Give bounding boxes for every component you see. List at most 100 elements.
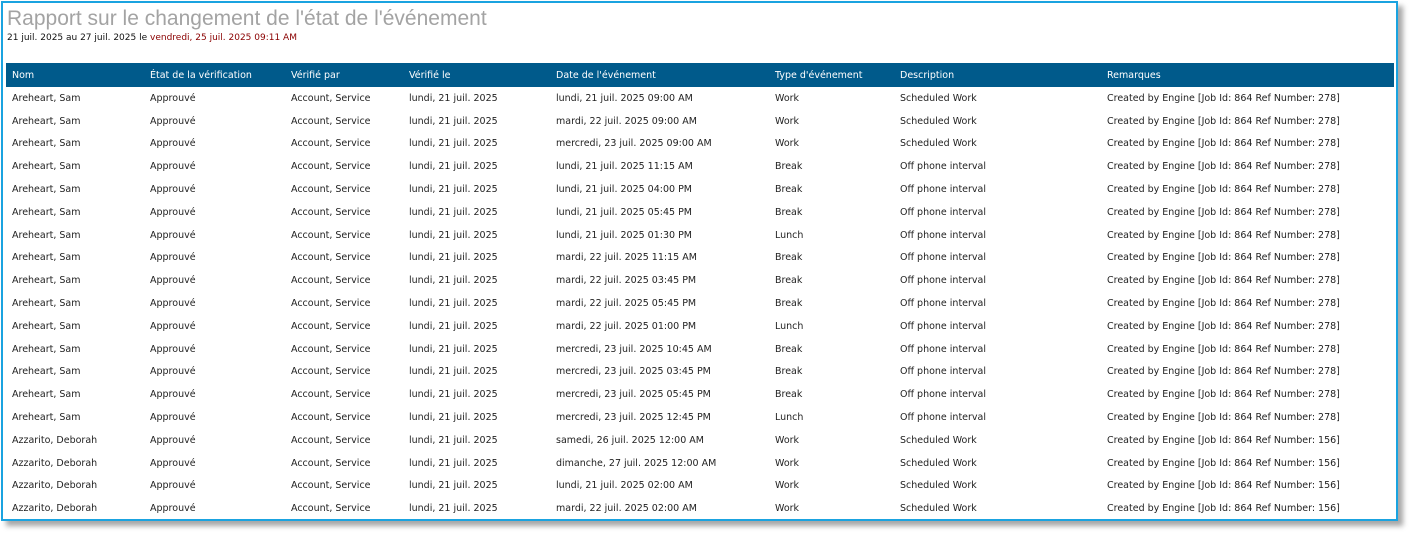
cell-etat: Approuvé	[150, 343, 196, 355]
table-row[interactable]: Areheart, Sam Approuvé Account, Service lun…	[6, 247, 1394, 270]
column-header-remarques[interactable]: Remarques	[1101, 63, 1394, 87]
report-generated-at: vendredi, 25 juil. 2025 09:11 AM	[150, 33, 297, 43]
table-row[interactable]: Areheart, Sam Approuvé Account, Service lun…	[6, 87, 1394, 110]
cell-verifie-le: lundi, 21 juil. 2025	[409, 161, 498, 173]
column-header-verifie-par[interactable]: Vérifié par	[285, 63, 403, 87]
table-row[interactable]: Areheart, Sam Approuvé Account, Service lun…	[6, 406, 1394, 429]
cell-etat: Approuvé	[150, 434, 196, 446]
column-header-verifie-le[interactable]: Vérifié le	[403, 63, 550, 87]
cell-date-evenement: mardi, 22 juil. 2025 05:45 PM	[556, 298, 697, 310]
cell-verifie-par: Account, Service	[291, 298, 371, 310]
report-frame: Rapport sur le changement de l'état de l…	[1, 1, 1398, 521]
table-row[interactable]: Areheart, Sam Approuvé Account, Service lun…	[6, 315, 1394, 338]
cell-type: Break	[775, 298, 803, 310]
column-header-date-evenement[interactable]: Date de l'événement	[550, 63, 769, 87]
cell-remarques: Created by Engine [Job Id: 864 Ref Numbe…	[1107, 252, 1340, 264]
cell-date-evenement: dimanche, 27 juil. 2025 12:00 AM	[556, 457, 717, 469]
cell-description: Off phone interval	[900, 298, 987, 310]
cell-nom: Areheart, Sam	[12, 320, 81, 332]
table-row[interactable]: Areheart, Sam Approuvé Account, Service lun…	[6, 269, 1394, 292]
table-row[interactable]: Areheart, Sam Approuvé Account, Service lun…	[6, 201, 1394, 224]
report-table: Nom État de la vérification Vérifié par …	[6, 63, 1394, 519]
cell-etat: Approuvé	[150, 92, 196, 104]
cell-description: Off phone interval	[900, 206, 987, 218]
cell-etat: Approuvé	[150, 389, 196, 401]
cell-remarques: Created by Engine [Job Id: 864 Ref Numbe…	[1107, 457, 1340, 469]
cell-verifie-par: Account, Service	[291, 389, 371, 401]
cell-date-evenement: mardi, 22 juil. 2025 01:00 PM	[556, 320, 697, 332]
cell-verifie-par: Account, Service	[291, 184, 371, 196]
cell-verifie-le: lundi, 21 juil. 2025	[409, 298, 498, 310]
cell-verifie-le: lundi, 21 juil. 2025	[409, 366, 498, 378]
table-row[interactable]: Azzarito, Deborah Approuvé Account, Servic…	[6, 429, 1394, 452]
cell-type: Work	[775, 434, 800, 446]
column-header-description[interactable]: Description	[894, 63, 1101, 87]
cell-etat: Approuvé	[150, 503, 196, 515]
cell-type: Work	[775, 480, 800, 492]
cell-etat: Approuvé	[150, 457, 196, 469]
cell-nom: Areheart, Sam	[12, 138, 81, 150]
column-header-etat-verification[interactable]: État de la vérification	[144, 63, 285, 87]
cell-etat: Approuvé	[150, 229, 196, 241]
cell-nom: Areheart, Sam	[12, 412, 81, 424]
cell-nom: Areheart, Sam	[12, 115, 81, 127]
cell-date-evenement: mardi, 22 juil. 2025 03:45 PM	[556, 275, 697, 287]
cell-verifie-par: Account, Service	[291, 434, 371, 446]
cell-description: Scheduled Work	[900, 457, 977, 469]
table-row[interactable]: Areheart, Sam Approuvé Account, Service lun…	[6, 383, 1394, 406]
cell-etat: Approuvé	[150, 275, 196, 287]
cell-etat: Approuvé	[150, 252, 196, 264]
cell-remarques: Created by Engine [Job Id: 864 Ref Numbe…	[1107, 115, 1340, 127]
cell-etat: Approuvé	[150, 115, 196, 127]
table-row[interactable]: Areheart, Sam Approuvé Account, Service lun…	[6, 224, 1394, 247]
table-row[interactable]: Azzarito, Deborah Approuvé Account, Servic…	[6, 452, 1394, 475]
cell-nom: Areheart, Sam	[12, 366, 81, 378]
cell-verifie-par: Account, Service	[291, 320, 371, 332]
table-header-row: Nom État de la vérification Vérifié par …	[6, 63, 1394, 87]
cell-date-evenement: mardi, 22 juil. 2025 02:00 AM	[556, 503, 697, 515]
report-date-range: 21 juil. 2025 au 27 juil. 2025 le	[7, 33, 150, 43]
cell-date-evenement: lundi, 21 juil. 2025 01:30 PM	[556, 229, 692, 241]
table-row[interactable]: Areheart, Sam Approuvé Account, Service lun…	[6, 133, 1394, 156]
cell-type: Break	[775, 161, 803, 173]
column-header-type-evenement[interactable]: Type d'événement	[769, 63, 894, 87]
cell-verifie-par: Account, Service	[291, 252, 371, 264]
cell-description: Off phone interval	[900, 229, 987, 241]
cell-verifie-le: lundi, 21 juil. 2025	[409, 457, 498, 469]
cell-description: Scheduled Work	[900, 92, 977, 104]
cell-remarques: Created by Engine [Job Id: 864 Ref Numbe…	[1107, 206, 1340, 218]
table-row[interactable]: Azzarito, Deborah Approuvé Account, Servic…	[6, 497, 1394, 519]
cell-verifie-le: lundi, 21 juil. 2025	[409, 206, 498, 218]
table-row[interactable]: Areheart, Sam Approuvé Account, Service lun…	[6, 292, 1394, 315]
table-row[interactable]: Areheart, Sam Approuvé Account, Service lun…	[6, 155, 1394, 178]
cell-verifie-le: lundi, 21 juil. 2025	[409, 503, 498, 515]
table-row[interactable]: Areheart, Sam Approuvé Account, Service lun…	[6, 361, 1394, 384]
cell-type: Break	[775, 343, 803, 355]
cell-description: Off phone interval	[900, 275, 987, 287]
cell-remarques: Created by Engine [Job Id: 864 Ref Numbe…	[1107, 275, 1340, 287]
cell-type: Break	[775, 252, 803, 264]
column-header-nom[interactable]: Nom	[6, 63, 144, 87]
table-row[interactable]: Areheart, Sam Approuvé Account, Service lun…	[6, 178, 1394, 201]
cell-verifie-le: lundi, 21 juil. 2025	[409, 275, 498, 287]
cell-verifie-par: Account, Service	[291, 161, 371, 173]
table-row[interactable]: Areheart, Sam Approuvé Account, Service lun…	[6, 110, 1394, 133]
table-row[interactable]: Azzarito, Deborah Approuvé Account, Servic…	[6, 475, 1394, 498]
cell-verifie-le: lundi, 21 juil. 2025	[409, 138, 498, 150]
cell-verifie-par: Account, Service	[291, 480, 371, 492]
cell-nom: Areheart, Sam	[12, 229, 81, 241]
cell-remarques: Created by Engine [Job Id: 864 Ref Numbe…	[1107, 343, 1340, 355]
cell-description: Scheduled Work	[900, 138, 977, 150]
cell-etat: Approuvé	[150, 161, 196, 173]
cell-nom: Areheart, Sam	[12, 206, 81, 218]
cell-etat: Approuvé	[150, 320, 196, 332]
cell-type: Break	[775, 389, 803, 401]
cell-verifie-le: lundi, 21 juil. 2025	[409, 343, 498, 355]
cell-date-evenement: mercredi, 23 juil. 2025 10:45 AM	[556, 343, 712, 355]
cell-type: Work	[775, 503, 800, 515]
cell-remarques: Created by Engine [Job Id: 864 Ref Numbe…	[1107, 503, 1340, 515]
cell-remarques: Created by Engine [Job Id: 864 Ref Numbe…	[1107, 92, 1340, 104]
cell-type: Break	[775, 275, 803, 287]
table-row[interactable]: Areheart, Sam Approuvé Account, Service lun…	[6, 338, 1394, 361]
cell-etat: Approuvé	[150, 138, 196, 150]
